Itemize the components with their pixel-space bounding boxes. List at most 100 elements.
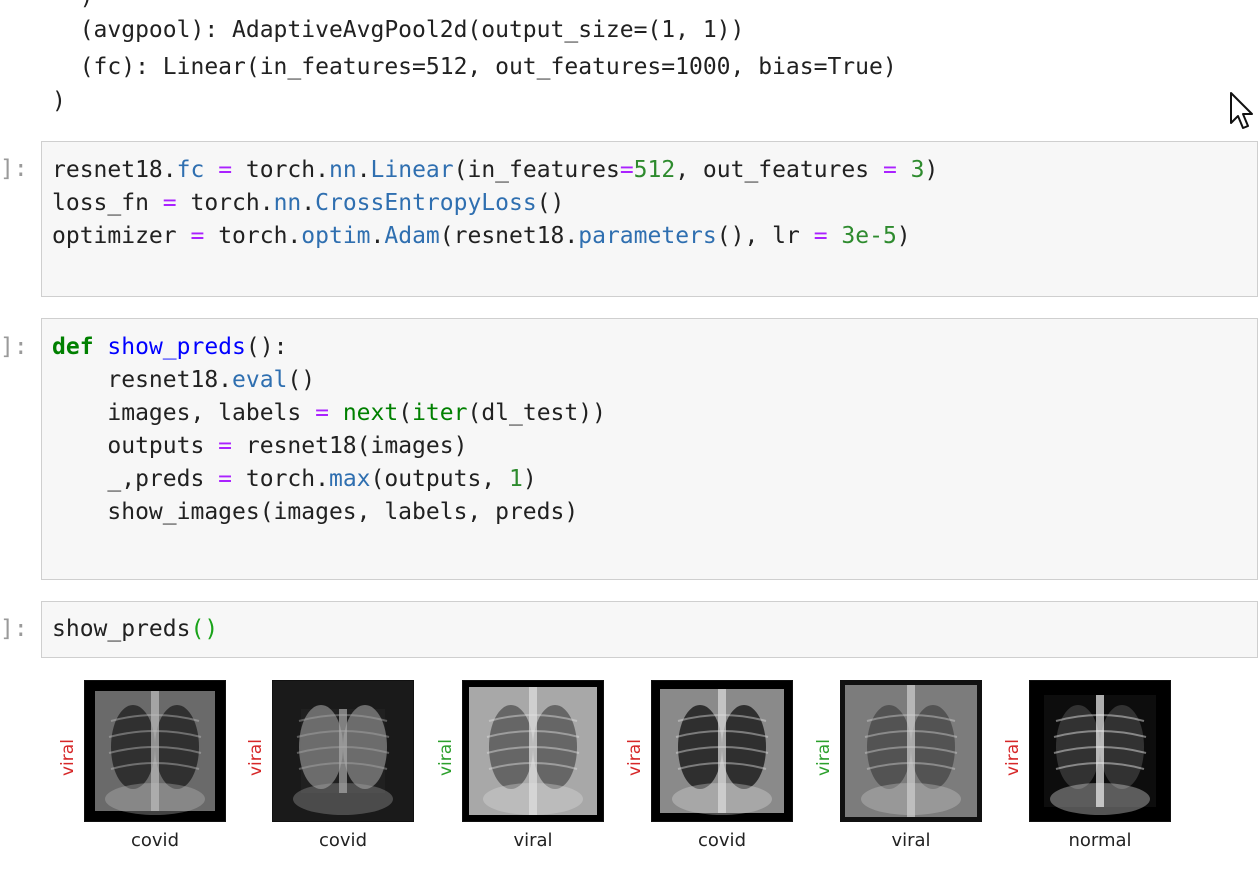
code-token: outputs [52, 433, 219, 459]
code-token: optimizer [52, 223, 191, 249]
true-label: covid [698, 830, 746, 851]
code-token: (in_features [453, 157, 620, 183]
code-token: resnet18(images) [232, 433, 468, 459]
code-token: Linear [370, 157, 454, 183]
code-token: = [162, 190, 177, 216]
code-token: = [218, 433, 233, 459]
code-token: fc [176, 157, 205, 183]
code-token: loss_fn [52, 190, 163, 216]
code-cell-show-preds-def[interactable]: def show_preds(): resnet18.eval() images… [41, 318, 1258, 580]
chest-xray-image [651, 680, 793, 822]
predicted-label: viral [58, 739, 78, 776]
code-token: _,preds [52, 466, 219, 492]
code-token: CrossEntropyLoss [315, 190, 537, 216]
code-token: iter [412, 400, 468, 426]
cell-prompt: ]: [0, 334, 28, 360]
code-token: = [315, 400, 329, 426]
code-token: = [218, 157, 233, 183]
true-label: covid [319, 830, 367, 851]
code-token: () [536, 190, 565, 216]
predicted-label: viral [625, 739, 645, 776]
code-token: = [619, 157, 634, 183]
output-line: ) [52, 88, 66, 114]
chest-xray-image [1029, 680, 1171, 822]
predicted-label: viral [246, 739, 266, 776]
code-token: show_preds [52, 616, 191, 642]
code-token: (dl_test)) [467, 400, 606, 426]
code-token: () [190, 616, 219, 642]
mouse-pointer-icon [1230, 92, 1253, 129]
code-line[interactable]: resnet18.fc = torch.nn.Linear(in_feature… [52, 155, 938, 186]
code-token: nn [328, 157, 357, 183]
code-token: (outputs, [370, 466, 509, 492]
code-token: def [52, 334, 94, 360]
code-line[interactable]: show_preds() [52, 614, 218, 645]
code-cell-setup[interactable]: resnet18.fc = torch.nn.Linear(in_feature… [41, 141, 1258, 297]
predicted-label: viral [1003, 739, 1023, 776]
code-line[interactable]: resnet18.eval() [52, 365, 315, 396]
code-token: 1 [509, 466, 523, 492]
code-token: max [328, 466, 371, 492]
code-token: = [813, 223, 828, 249]
code-token: Adam [384, 223, 440, 249]
output-line: (avgpool): AdaptiveAvgPool2d(output_size… [52, 17, 745, 43]
chest-xray-image [462, 680, 604, 822]
code-token: torch. [204, 223, 302, 249]
code-token: show_preds [107, 334, 246, 360]
code-line[interactable]: _,preds = torch.max(outputs, 1) [52, 464, 537, 495]
code-token: , out_features [675, 157, 883, 183]
code-token: = [218, 466, 233, 492]
code-token: (resnet18. [439, 223, 579, 249]
code-line[interactable]: outputs = resnet18(images) [52, 431, 467, 462]
predicted-label: viral [814, 739, 834, 776]
code-token: nn [273, 190, 302, 216]
code-token: resnet18. [52, 367, 233, 393]
output-line: ) [52, 0, 94, 13]
code-line[interactable]: show_images(images, labels, preds) [52, 497, 578, 528]
predicted-label: viral [436, 739, 456, 776]
chest-xray-image [272, 680, 414, 822]
code-token: resnet18. [52, 157, 177, 183]
code-token: optim [301, 223, 371, 249]
code-line[interactable]: def show_preds(): [52, 332, 287, 363]
code-token: torch. [232, 466, 329, 492]
cell-prompt: ]: [0, 616, 28, 642]
code-token: = [882, 157, 897, 183]
code-token: ) [522, 466, 537, 492]
code-token: show_images(images, labels, preds) [52, 499, 579, 525]
true-label: normal [1068, 830, 1132, 851]
code-token: ) [924, 157, 939, 183]
code-token: torch. [232, 157, 329, 183]
true-label: viral [891, 830, 931, 851]
code-token: . [356, 157, 371, 183]
true-label: viral [513, 830, 553, 851]
output-line: (fc): Linear(in_features=512, out_featur… [52, 54, 897, 80]
code-line[interactable]: images, labels = next(iter(dl_test)) [52, 398, 606, 429]
true-label: covid [131, 830, 179, 851]
code-line[interactable]: optimizer = torch.optim.Adam(resnet18.pa… [52, 221, 911, 252]
code-token: () [287, 367, 316, 393]
chest-xray-image [84, 680, 226, 822]
code-token: (), lr [716, 223, 814, 249]
code-token: . [370, 223, 385, 249]
code-token: images, labels [52, 400, 316, 426]
code-token: = [190, 223, 205, 249]
chest-xray-image [840, 680, 982, 822]
code-token: 512 [633, 157, 676, 183]
cell-prompt: ]: [0, 156, 28, 182]
code-cell-show-preds-call[interactable]: show_preds() [41, 601, 1258, 658]
code-token: . [301, 190, 316, 216]
code-token: ( [398, 400, 413, 426]
code-line[interactable]: loss_fn = torch.nn.CrossEntropyLoss() [52, 188, 564, 219]
code-token: 3e-5 [841, 223, 897, 249]
code-token: (): [245, 334, 288, 360]
code-token: torch. [176, 190, 274, 216]
code-token: parameters [578, 223, 717, 249]
code-token: 3 [910, 157, 925, 183]
code-token: next [342, 400, 399, 426]
